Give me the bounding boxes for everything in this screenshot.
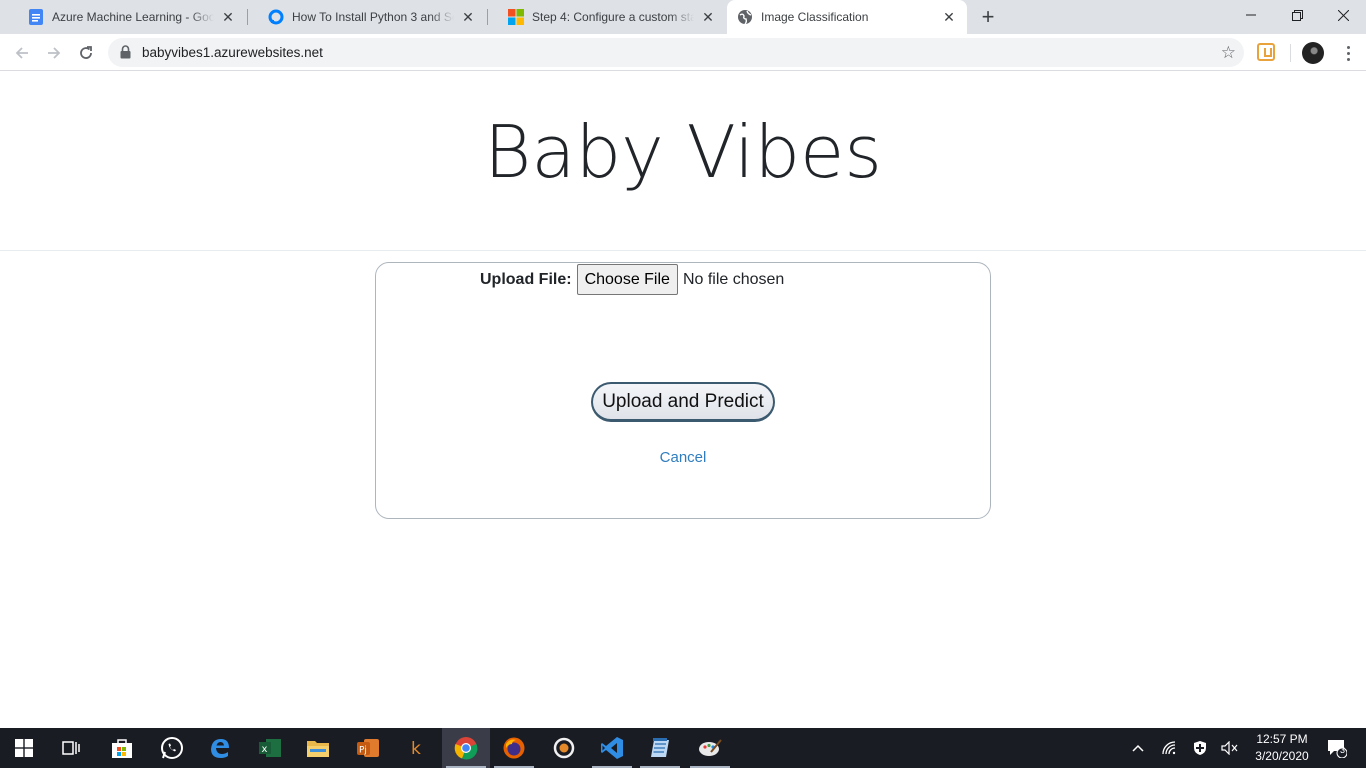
toolbar-divider: [1290, 44, 1291, 62]
file-status-text: No file chosen: [682, 270, 785, 288]
vscode-icon[interactable]: [588, 728, 636, 768]
cancel-link-text[interactable]: Cancel: [660, 449, 707, 466]
firefox-icon[interactable]: [490, 728, 538, 768]
lock-icon[interactable]: [120, 45, 131, 64]
globe-icon: [737, 9, 753, 25]
tab-title: How To Install Python 3 and Set Up: [292, 10, 454, 24]
file-explorer-icon[interactable]: [294, 728, 342, 768]
notifications-icon[interactable]: 3: [1320, 728, 1354, 768]
excel-icon[interactable]: x: [246, 728, 294, 768]
clock-date: 3/20/2020: [1255, 749, 1309, 763]
minimize-button[interactable]: [1228, 0, 1274, 30]
extension-icon[interactable]: [1257, 43, 1275, 61]
url-text: babyvibes1.azurewebsites.net: [142, 45, 323, 60]
tab-close-icon[interactable]: ✕: [698, 7, 718, 27]
paint-icon[interactable]: [686, 728, 734, 768]
clock[interactable]: 12:57 PM 3/20/2020: [1244, 731, 1320, 765]
clock-time: 12:57 PM: [1256, 732, 1308, 746]
whatsapp-icon[interactable]: [148, 728, 196, 768]
tab-azure-ml-doc[interactable]: Azure Machine Learning - Google ✕: [8, 0, 246, 34]
back-button[interactable]: [8, 39, 36, 67]
upload-and-predict-button[interactable]: Upload and Predict: [591, 382, 775, 422]
edge-icon[interactable]: [196, 728, 244, 768]
upload-row: Upload File: Choose File No file chosen: [480, 264, 784, 295]
windows-taskbar: x Pj k 12:57 PM 3/20/2020 3: [0, 728, 1366, 768]
svg-text:x: x: [262, 744, 268, 755]
page-title: Baby Vibes: [484, 110, 882, 194]
tray-chevron-icon[interactable]: [1126, 728, 1150, 768]
address-bar[interactable]: babyvibes1.azurewebsites.net ☆: [108, 38, 1244, 67]
volume-muted-icon[interactable]: [1218, 728, 1242, 768]
choose-file-button[interactable]: Choose File: [576, 264, 678, 295]
project-icon[interactable]: Pj: [344, 728, 392, 768]
tab-close-icon[interactable]: ✕: [939, 7, 959, 27]
digitalocean-icon: [268, 9, 284, 25]
forward-button[interactable]: [40, 39, 68, 67]
tab-install-python[interactable]: How To Install Python 3 and Set Up ✕: [248, 0, 486, 34]
bookmark-star-icon[interactable]: ☆: [1221, 43, 1236, 63]
app-circle-icon[interactable]: [540, 728, 588, 768]
svg-text:k: k: [411, 739, 421, 759]
network-icon[interactable]: [1158, 728, 1182, 768]
cancel-link: Cancel: [376, 449, 990, 466]
reload-button[interactable]: [72, 39, 100, 67]
security-shield-icon[interactable]: [1188, 728, 1212, 768]
upload-card: Upload File: Choose File No file chosen …: [375, 262, 991, 519]
restore-button[interactable]: [1274, 0, 1320, 30]
browser-menu-icon[interactable]: [1338, 42, 1358, 64]
chrome-icon[interactable]: [442, 728, 490, 768]
tab-configure-startup[interactable]: Step 4: Configure a custom startup ✕: [488, 0, 726, 34]
browser-toolbar: babyvibes1.azurewebsites.net ☆: [0, 34, 1366, 71]
tab-image-classification[interactable]: Image Classification ✕: [727, 0, 967, 34]
app-k-icon[interactable]: k: [392, 728, 440, 768]
page-content: Baby Vibes Upload File: Choose File No f…: [0, 72, 1366, 728]
close-window-button[interactable]: [1320, 0, 1366, 30]
new-tab-button[interactable]: +: [976, 4, 1000, 29]
google-docs-icon: [28, 9, 44, 25]
tab-strip: Azure Machine Learning - Google ✕ How To…: [0, 0, 1366, 34]
tab-title: Image Classification: [761, 10, 869, 24]
microsoft-icon: [508, 9, 524, 25]
profile-avatar[interactable]: [1302, 42, 1324, 64]
svg-text:Pj: Pj: [359, 746, 367, 756]
notification-count: 3: [1340, 745, 1346, 755]
upload-label: Upload File:: [480, 270, 572, 288]
task-view-icon[interactable]: [48, 728, 96, 768]
windows-start-icon[interactable]: [0, 728, 48, 768]
tab-title: Step 4: Configure a custom startup: [532, 10, 694, 24]
tab-close-icon[interactable]: ✕: [458, 7, 478, 27]
tab-title: Azure Machine Learning - Google: [52, 10, 214, 24]
tab-close-icon[interactable]: ✕: [218, 7, 238, 27]
store-icon[interactable]: [98, 728, 146, 768]
notepad-icon[interactable]: [636, 728, 684, 768]
hero-banner: Baby Vibes: [0, 72, 1366, 251]
